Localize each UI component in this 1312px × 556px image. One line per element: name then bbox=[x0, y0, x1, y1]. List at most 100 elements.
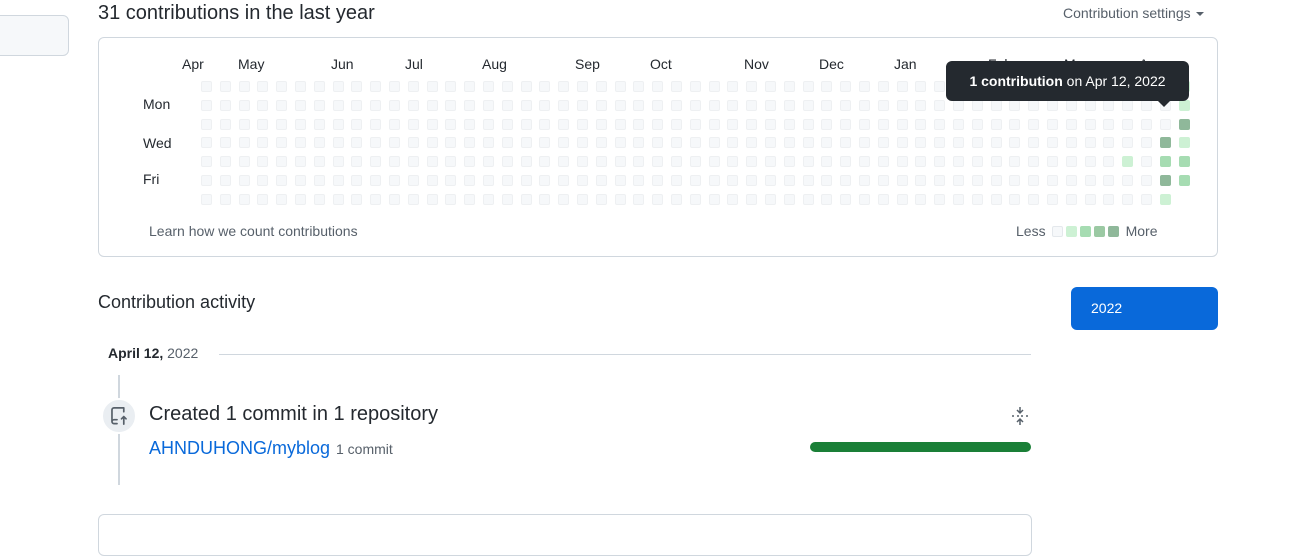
calendar-day-cell[interactable] bbox=[1047, 156, 1058, 168]
calendar-day-cell[interactable] bbox=[219, 175, 231, 186]
calendar-day-cell[interactable] bbox=[539, 81, 551, 92]
calendar-day-cell[interactable] bbox=[595, 156, 607, 168]
calendar-day-cell[interactable] bbox=[1065, 175, 1077, 186]
calendar-day-cell[interactable] bbox=[877, 81, 889, 92]
calendar-day-cell[interactable] bbox=[558, 156, 570, 168]
calendar-day-cell[interactable] bbox=[915, 193, 927, 205]
calendar-day-cell[interactable] bbox=[859, 81, 870, 92]
calendar-day-cell[interactable] bbox=[689, 99, 701, 111]
calendar-day-cell[interactable] bbox=[539, 99, 551, 111]
calendar-day-cell[interactable] bbox=[1122, 99, 1134, 111]
calendar-day-cell[interactable] bbox=[708, 175, 720, 186]
calendar-day-cell[interactable] bbox=[501, 137, 513, 149]
calendar-day-cell[interactable] bbox=[971, 156, 983, 168]
calendar-day-cell[interactable] bbox=[934, 175, 946, 186]
calendar-day-cell[interactable] bbox=[783, 81, 795, 92]
calendar-day-cell[interactable] bbox=[877, 156, 889, 168]
calendar-day-cell[interactable] bbox=[802, 193, 814, 205]
calendar-day-cell[interactable] bbox=[746, 99, 758, 111]
calendar-day-cell[interactable] bbox=[614, 175, 626, 186]
calendar-day-cell[interactable] bbox=[201, 193, 212, 205]
calendar-day-cell[interactable] bbox=[464, 81, 476, 92]
calendar-day-cell[interactable] bbox=[501, 156, 513, 168]
calendar-day-cell[interactable] bbox=[633, 156, 645, 168]
calendar-day-cell[interactable] bbox=[671, 193, 682, 205]
calendar-day-cell[interactable] bbox=[539, 156, 551, 168]
calendar-day-cell[interactable] bbox=[238, 118, 250, 130]
calendar-day-cell[interactable] bbox=[915, 99, 927, 111]
calendar-day-cell[interactable] bbox=[1159, 137, 1171, 149]
calendar-day-cell[interactable] bbox=[520, 156, 532, 168]
calendar-day-cell[interactable] bbox=[689, 137, 701, 149]
calendar-day-cell[interactable] bbox=[614, 193, 626, 205]
calendar-day-cell[interactable] bbox=[238, 156, 250, 168]
calendar-day-cell[interactable] bbox=[1084, 193, 1096, 205]
calendar-day-cell[interactable] bbox=[539, 193, 551, 205]
calendar-day-cell[interactable] bbox=[389, 175, 400, 186]
calendar-day-cell[interactable] bbox=[332, 118, 344, 130]
calendar-day-cell[interactable] bbox=[915, 81, 927, 92]
calendar-day-cell[interactable] bbox=[332, 137, 344, 149]
calendar-day-cell[interactable] bbox=[859, 175, 870, 186]
calendar-day-cell[interactable] bbox=[765, 99, 776, 111]
contribution-settings-dropdown[interactable]: Contribution settings bbox=[1063, 5, 1204, 21]
calendar-day-cell[interactable] bbox=[727, 118, 739, 130]
calendar-day-cell[interactable] bbox=[295, 193, 306, 205]
calendar-day-cell[interactable] bbox=[727, 81, 739, 92]
calendar-day-cell[interactable] bbox=[1122, 118, 1134, 130]
calendar-day-cell[interactable] bbox=[389, 99, 400, 111]
calendar-day-cell[interactable] bbox=[351, 137, 363, 149]
calendar-day-cell[interactable] bbox=[783, 156, 795, 168]
calendar-day-cell[interactable] bbox=[953, 156, 964, 168]
calendar-day-cell[interactable] bbox=[727, 99, 739, 111]
calendar-day-cell[interactable] bbox=[689, 175, 701, 186]
calendar-day-cell[interactable] bbox=[577, 99, 588, 111]
calendar-day-cell[interactable] bbox=[727, 156, 739, 168]
calendar-day-cell[interactable] bbox=[896, 156, 908, 168]
calendar-day-cell[interactable] bbox=[614, 118, 626, 130]
calendar-day-cell[interactable] bbox=[896, 175, 908, 186]
calendar-day-cell[interactable] bbox=[407, 99, 419, 111]
calendar-day-cell[interactable] bbox=[633, 175, 645, 186]
calendar-day-cell[interactable] bbox=[821, 99, 833, 111]
calendar-day-cell[interactable] bbox=[821, 81, 833, 92]
calendar-day-cell[interactable] bbox=[501, 175, 513, 186]
calendar-day-cell[interactable] bbox=[1141, 156, 1152, 168]
calendar-day-cell[interactable] bbox=[370, 81, 382, 92]
calendar-day-cell[interactable] bbox=[595, 193, 607, 205]
calendar-day-cell[interactable] bbox=[313, 175, 325, 186]
calendar-day-cell[interactable] bbox=[577, 193, 588, 205]
calendar-day-cell[interactable] bbox=[708, 81, 720, 92]
calendar-day-cell[interactable] bbox=[633, 99, 645, 111]
calendar-day-cell[interactable] bbox=[783, 137, 795, 149]
calendar-day-cell[interactable] bbox=[990, 118, 1002, 130]
calendar-day-cell[interactable] bbox=[1103, 175, 1115, 186]
calendar-day-cell[interactable] bbox=[1141, 118, 1152, 130]
calendar-day-cell[interactable] bbox=[595, 175, 607, 186]
collapse-icon[interactable] bbox=[1009, 405, 1031, 427]
calendar-day-cell[interactable] bbox=[915, 118, 927, 130]
calendar-day-cell[interactable] bbox=[802, 156, 814, 168]
repo-link[interactable]: AHNDUHONG/myblog bbox=[149, 438, 330, 459]
calendar-day-cell[interactable] bbox=[1009, 156, 1021, 168]
calendar-day-cell[interactable] bbox=[407, 175, 419, 186]
calendar-day-cell[interactable] bbox=[520, 118, 532, 130]
calendar-day-cell[interactable] bbox=[501, 118, 513, 130]
calendar-day-cell[interactable] bbox=[558, 193, 570, 205]
calendar-day-cell[interactable] bbox=[614, 156, 626, 168]
calendar-day-cell[interactable] bbox=[201, 156, 212, 168]
calendar-day-cell[interactable] bbox=[1047, 118, 1058, 130]
calendar-day-cell[interactable] bbox=[577, 175, 588, 186]
repo-commit-count[interactable]: 1 commit bbox=[336, 441, 393, 457]
calendar-day-cell[interactable] bbox=[783, 99, 795, 111]
calendar-day-cell[interactable] bbox=[765, 118, 776, 130]
calendar-day-cell[interactable] bbox=[1141, 193, 1152, 205]
calendar-day-cell[interactable] bbox=[389, 193, 400, 205]
calendar-day-cell[interactable] bbox=[1159, 156, 1171, 168]
calendar-day-cell[interactable] bbox=[201, 175, 212, 186]
calendar-day-cell[interactable] bbox=[257, 81, 269, 92]
calendar-day-cell[interactable] bbox=[953, 99, 964, 111]
calendar-day-cell[interactable] bbox=[407, 137, 419, 149]
calendar-day-cell[interactable] bbox=[765, 137, 776, 149]
calendar-day-cell[interactable] bbox=[276, 193, 288, 205]
